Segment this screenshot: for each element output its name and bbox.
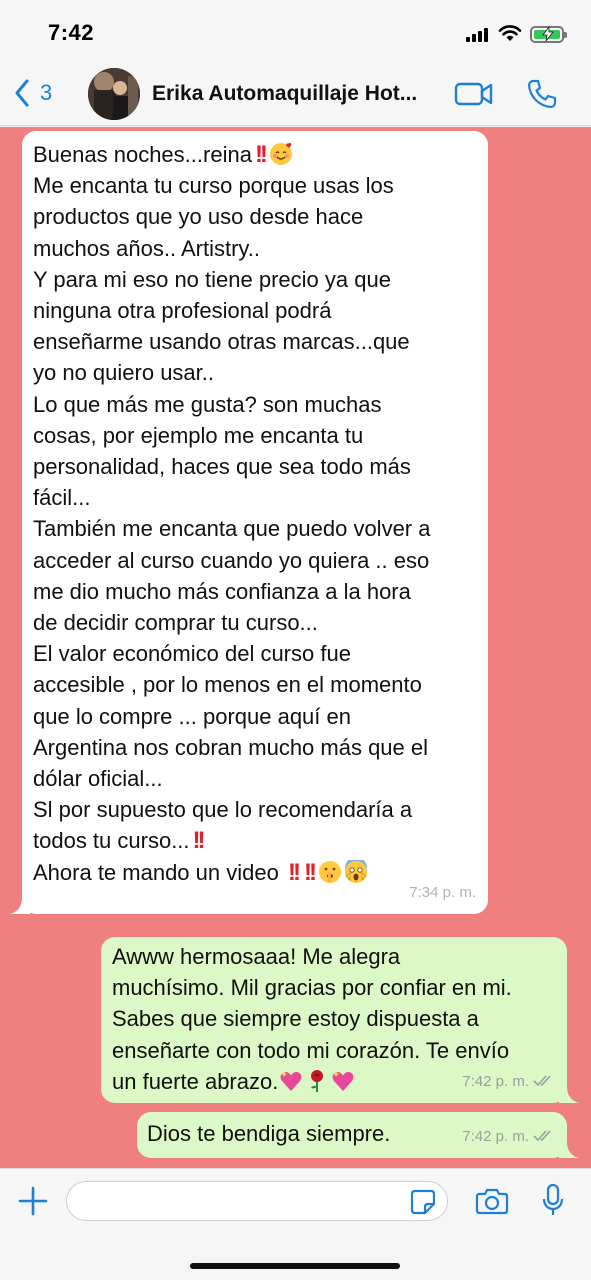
sparkling-heart-icon	[280, 1070, 302, 1091]
message-line: enseñarte con todo mi corazón. Te envío	[112, 1037, 510, 1063]
message-line: personalidad, haces que sea todo más	[33, 454, 411, 480]
message-meta: 7:34 p. m.	[409, 877, 476, 908]
camera-icon[interactable]	[475, 1187, 509, 1215]
double-check-icon	[533, 1130, 551, 1142]
double-exclamation-icon: !!	[287, 858, 301, 886]
message-line: de decidir comprar tu curso...	[33, 610, 318, 636]
message-line: cosas, por ejemplo me encanta tu	[33, 422, 364, 448]
message-time: 7:42 p. m.	[462, 1072, 529, 1090]
shushing-face-icon	[318, 860, 341, 883]
message-line: todos tu curso...!!	[33, 825, 476, 856]
message-text: un fuerte abrazo.	[112, 1068, 279, 1094]
message-line: que lo compre ... porque aquí en	[33, 703, 351, 729]
message-meta: 7:42 p. m.	[462, 1066, 555, 1097]
avatar[interactable]	[88, 68, 140, 120]
microphone-icon[interactable]	[541, 1183, 565, 1217]
plus-icon[interactable]	[18, 1186, 48, 1216]
double-exclamation-icon: !!	[254, 141, 268, 168]
rose-icon	[311, 1069, 324, 1092]
back-button[interactable]: 3	[14, 76, 52, 110]
chat-area[interactable]: Buenas noches...reina!! Me encanta tu cu…	[0, 127, 591, 1168]
message-line: Argentina nos cobran mucho más que el	[33, 734, 429, 760]
message-line: productos que yo uso desde hace	[33, 204, 364, 230]
double-check-icon	[533, 1075, 551, 1087]
unread-count: 3	[40, 80, 53, 105]
message-line: accesible , por lo menos en el momento	[33, 672, 422, 698]
message-line: Sabes que siempre estoy dispuesta a	[112, 1006, 479, 1032]
double-exclamation-icon: !!	[303, 858, 317, 886]
sticker-icon[interactable]	[410, 1189, 436, 1215]
chevron-left-icon	[15, 79, 29, 107]
message-time: 7:34 p. m.	[409, 883, 476, 901]
message-text: Buenas noches...reina	[33, 142, 252, 167]
bubble-tail	[10, 897, 30, 914]
double-exclamation-icon: !!	[192, 827, 206, 855]
phone-icon[interactable]	[526, 78, 558, 110]
wifi-icon	[498, 25, 522, 41]
message-line: ninguna otra profesional podrá	[33, 298, 332, 324]
message-input[interactable]	[66, 1181, 448, 1221]
incoming-message[interactable]: Buenas noches...reina!! Me encanta tu cu…	[10, 131, 488, 914]
signal-icon	[466, 28, 488, 42]
message-line: me dio mucho más confianza a la hora	[33, 578, 411, 604]
battery-icon	[530, 26, 567, 43]
message-line: fácil...	[33, 485, 91, 511]
sparkling-heart-icon	[332, 1070, 354, 1091]
bubble-tail	[559, 1142, 579, 1158]
message-time: 7:42 p. m.	[462, 1127, 529, 1145]
message-line: yo no quiero usar..	[33, 360, 215, 386]
message-line: dólar oficial...	[33, 766, 163, 792]
message-meta: 7:42 p. m.	[462, 1121, 555, 1152]
bubble-tail	[559, 1087, 579, 1104]
message-line: También me encanta que puedo volver a	[33, 516, 431, 542]
status-time: 7:42	[48, 20, 95, 45]
message-line: acceder al curso cuando yo quiera .. eso	[33, 547, 430, 573]
message-line: Buenas noches...reina!!	[33, 139, 476, 170]
message-line: Me encanta tu curso porque usas los	[33, 173, 394, 199]
message-line: muchos años.. Artistry..	[33, 235, 261, 261]
message-line: Awww hermosaaa! Me alegra	[112, 944, 401, 969]
message-line: Y para mi eso no tiene precio ya que	[33, 266, 391, 292]
message-line: El valor económico del curso fue	[33, 641, 351, 667]
message-line: Sl por supuesto que lo recomendaría a	[33, 797, 413, 823]
contact-name[interactable]: Erika Automaquillaje Hot...	[152, 82, 442, 106]
message-line: Lo que más me gusta? son muchas	[33, 391, 382, 417]
message-text: Ahora te mando un video	[33, 859, 279, 885]
screaming-face-icon	[344, 859, 367, 883]
message-line: enseñarme usando otras marcas...que	[33, 329, 410, 355]
chat-header: 3 Erika Automaquillaje Hot...	[0, 62, 591, 126]
video-call-icon[interactable]	[454, 80, 494, 108]
status-bar: 7:42	[0, 0, 591, 62]
home-indicator	[190, 1263, 400, 1269]
outgoing-message[interactable]: Awww hermosaaa! Me alegra muchísimo. Mil…	[101, 937, 579, 1104]
smiling-face-with-hearts-icon	[269, 142, 292, 165]
message-text: todos tu curso...	[33, 828, 190, 854]
outgoing-message[interactable]: Dios te bendiga siempre. 7:42 p. m.	[137, 1112, 579, 1158]
message-line: muchísimo. Mil gracias por confiar en mi…	[112, 975, 512, 1001]
input-bar	[0, 1168, 591, 1280]
